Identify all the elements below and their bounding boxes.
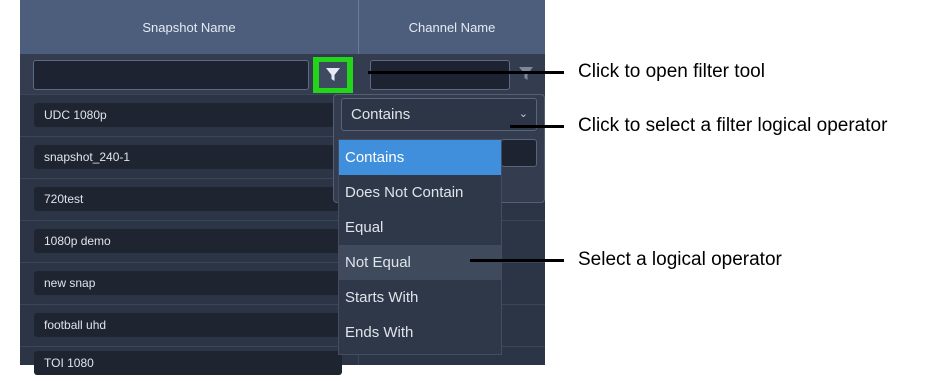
- operator-option[interactable]: Contains: [339, 140, 501, 175]
- snapshot-name-cell: new snap: [34, 271, 342, 295]
- callout-text: Click to select a filter logical operato…: [578, 115, 888, 136]
- screenshot-panel: Snapshot Name Channel Name UDC 1080p sna…: [0, 0, 545, 381]
- filter-button[interactable]: [319, 62, 347, 88]
- snapshot-grid: Snapshot Name Channel Name UDC 1080p sna…: [20, 0, 545, 375]
- operator-dropdown-list: Contains Does Not Contain Equal Not Equa…: [338, 139, 502, 355]
- column-header-channel-name[interactable]: Channel Name: [359, 0, 545, 54]
- filter-funnel-icon: [326, 68, 340, 81]
- snapshot-name-cell: TOI 1080: [34, 351, 342, 375]
- snapshot-name-cell: UDC 1080p: [34, 103, 342, 127]
- snapshot-name-cell: football uhd: [34, 313, 342, 337]
- snapshot-name-cell: 720test: [34, 187, 342, 211]
- snapshot-name-cell: snapshot_240-1: [34, 145, 342, 169]
- grid-header: Snapshot Name Channel Name: [20, 0, 545, 54]
- callout-text: Select a logical operator: [578, 249, 782, 270]
- operator-option[interactable]: Does Not Contain: [339, 175, 501, 210]
- channel-name-filter-input[interactable]: [370, 60, 510, 90]
- filter-funnel-icon: [519, 67, 533, 80]
- operator-select[interactable]: Contains ⌄: [341, 98, 537, 131]
- callout-line: [368, 71, 564, 74]
- snapshot-name-filter-input[interactable]: [33, 60, 309, 90]
- operator-option[interactable]: Ends With: [339, 315, 501, 350]
- operator-option[interactable]: Not Equal: [339, 245, 501, 280]
- callout-line: [510, 125, 564, 128]
- column-header-snapshot-name[interactable]: Snapshot Name: [20, 0, 359, 54]
- callout-line: [470, 259, 564, 262]
- operator-select-value: Contains: [351, 106, 411, 123]
- snapshot-name-cell: 1080p demo: [34, 229, 342, 253]
- filter-row: [20, 54, 545, 94]
- channel-filter-button[interactable]: [514, 64, 538, 84]
- filter-button-highlight[interactable]: [313, 57, 353, 93]
- operator-option[interactable]: Equal: [339, 210, 501, 245]
- operator-option[interactable]: Starts With: [339, 280, 501, 315]
- callout-text: Click to open filter tool: [578, 61, 765, 82]
- filter-value-input[interactable]: [501, 139, 537, 167]
